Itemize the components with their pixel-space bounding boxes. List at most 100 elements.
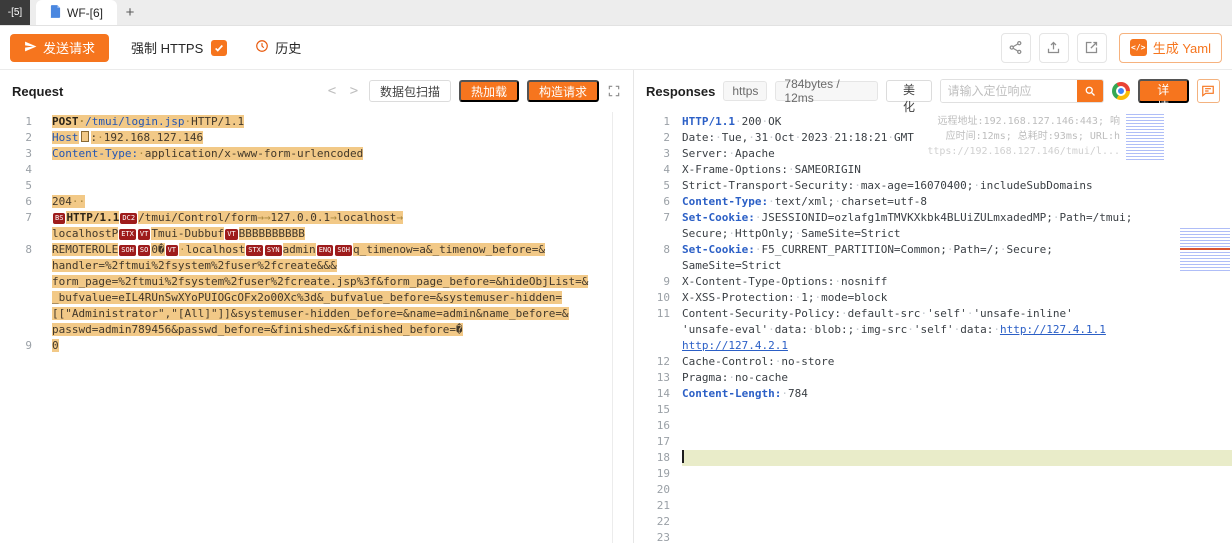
response-panel: Responses https 784bytes / 12ms 美化 详情 远程… (634, 70, 1232, 543)
editor-row: localhostPETXVTTmui-DubbufVTBBBBBBBBBB (52, 226, 633, 242)
edit-button[interactable] (1077, 33, 1107, 63)
editor-line[interactable]: 2Host:·192.168.127.146 (0, 130, 633, 146)
build-request-button[interactable]: 构造请求 (527, 80, 599, 102)
editor-line[interactable]: 9X-Content-Type-Options:·nosniff (634, 274, 1232, 290)
editor-line[interactable]: 14Content-Length:·784 (634, 386, 1232, 402)
editor-line[interactable]: 8REMOTEROLESOHSO0�VT·localhostSTXSYNadmi… (0, 242, 633, 338)
editor-row: _bufvalue=eIL4RUnSwXYoPUIOGcOFx2o00Xc%3d… (52, 290, 633, 306)
packet-scan-button[interactable]: 数据包扫描 (369, 80, 451, 102)
editor-line[interactable]: 19 (634, 466, 1232, 482)
tab-bar: -[5] WF-[6] + (0, 0, 1232, 26)
editor-line[interactable]: 10X-XSS-Protection:·1;·mode=block (634, 290, 1232, 306)
history-button[interactable]: 历史 (255, 38, 301, 57)
editor-line[interactable]: 18 (634, 450, 1232, 466)
response-editor[interactable]: 远程地址:192.168.127.146:443; 响 应时间:12ms; 总耗… (634, 112, 1232, 543)
editor-line[interactable]: 15 (634, 402, 1232, 418)
editor-line[interactable]: 1POST·/tmui/login.jsp·HTTP/1.1 (0, 114, 633, 130)
tab-webfuzzer[interactable]: WF-[6] (36, 0, 117, 25)
previous-tab-fragment[interactable]: -[5] (0, 0, 30, 25)
editor-row (682, 402, 1232, 418)
line-number: 12 (634, 354, 682, 370)
code-segment: ·application/x-www-form-urlencoded (138, 147, 363, 160)
editor-row: Pragma:·no-cache (682, 370, 1232, 386)
editor-line[interactable]: 4X-Frame-Options:·SAMEORIGIN (634, 162, 1232, 178)
expand-icon[interactable] (607, 84, 621, 98)
line-number: 3 (0, 146, 52, 162)
editor-line[interactable]: 13Pragma:·no-cache (634, 370, 1232, 386)
share-button[interactable] (1001, 33, 1031, 63)
code-segment: admin (283, 243, 316, 256)
line-number: 21 (634, 498, 682, 514)
editor-line[interactable]: 6Content-Type:·text/xml;·charset=utf-8 (634, 194, 1232, 210)
prev-request-button[interactable]: < (325, 83, 339, 99)
editor-row: Content-Length:·784 (682, 386, 1232, 402)
search-icon-button[interactable] (1077, 80, 1103, 102)
editor-line[interactable]: 23 (634, 530, 1232, 543)
editor-line[interactable]: 7BSHTTP/1.1DC2/tmui/Control/form→→127.0.… (0, 210, 633, 242)
line-number: 20 (634, 482, 682, 498)
editor-line[interactable]: 7Set-Cookie:·JSESSIONID=ozlafg1mTMVKXkbk… (634, 210, 1232, 242)
code-segment: /tmui/Control/form→→127.0.0.1→localhost→ (138, 211, 403, 224)
line-number: 9 (0, 338, 52, 354)
request-panel-header: Request < > 数据包扫描 热加载 构造请求 (0, 70, 633, 112)
editor-row: X-Frame-Options:·SAMEORIGIN (682, 162, 1232, 178)
editor-line[interactable]: 12Cache-Control:·no-store (634, 354, 1232, 370)
open-in-chrome-button[interactable] (1112, 82, 1130, 100)
line-number: 22 (634, 514, 682, 530)
editor-row: Set-Cookie:·F5_CURRENT_PARTITION=Common;… (682, 242, 1232, 258)
request-panel: Request < > 数据包扫描 热加载 构造请求 1POST·/tmui/l… (0, 70, 634, 543)
code-segment: form_page=%2ftmui%2fsystem%2fuser%2fcrea… (52, 275, 588, 288)
request-editor-scroll-track[interactable] (612, 112, 613, 543)
force-https-checkbox[interactable] (211, 40, 227, 56)
new-tab-button[interactable]: + (117, 0, 143, 25)
code-segment: Server:·Apache (682, 147, 775, 160)
editor-line[interactable]: 3Content-Type:·application/x-www-form-ur… (0, 146, 633, 162)
line-number: 2 (0, 130, 52, 146)
line-number: 5 (0, 178, 52, 194)
boxed-char (81, 131, 89, 142)
export-button[interactable] (1039, 33, 1069, 63)
line-number: 15 (634, 402, 682, 418)
history-label: 历史 (275, 38, 301, 57)
editor-line[interactable]: 90 (0, 338, 633, 354)
response-search-input[interactable] (941, 80, 1077, 102)
line-number: 8 (0, 242, 52, 338)
control-char-token: ETX (119, 229, 136, 240)
force-https-control: 强制 HTTPS (131, 38, 227, 57)
next-request-button[interactable]: > (347, 83, 361, 99)
request-editor[interactable]: 1POST·/tmui/login.jsp·HTTP/1.12Host:·192… (0, 112, 633, 543)
details-button[interactable]: 详情 (1138, 79, 1189, 103)
editor-line[interactable]: 22 (634, 514, 1232, 530)
editor-line[interactable]: 17 (634, 434, 1232, 450)
editor-line[interactable]: 8Set-Cookie:·F5_CURRENT_PARTITION=Common… (634, 242, 1232, 274)
editor-row: form_page=%2ftmui%2fsystem%2fuser%2fcrea… (52, 274, 633, 290)
beautify-button[interactable]: 美化 (886, 80, 931, 102)
minimap[interactable] (1180, 228, 1230, 272)
response-report-button[interactable] (1197, 79, 1220, 103)
code-segment: 0 (52, 339, 59, 352)
editor-line[interactable]: 5Strict-Transport-Security:·max-age=1607… (634, 178, 1232, 194)
protocol-badge: https (723, 81, 767, 101)
generate-yaml-button[interactable]: </> 生成 Yaml (1119, 33, 1222, 63)
send-request-button[interactable]: 发送请求 (10, 34, 109, 62)
editor-line[interactable]: 5 (0, 178, 633, 194)
line-number: 4 (0, 162, 52, 178)
editor-row: [["Administrator","[All]"]]&systemuser-h… (52, 306, 633, 322)
response-meta-info: 远程地址:192.168.127.146:443; 响 应时间:12ms; 总耗… (927, 114, 1120, 159)
editor-row (682, 466, 1232, 482)
editor-line[interactable]: 4 (0, 162, 633, 178)
code-segment: localhostP (52, 227, 118, 240)
line-number: 17 (634, 434, 682, 450)
code-segment: Content-Length: (682, 387, 781, 400)
editor-line[interactable]: 11Content-Security-Policy:·default-src·'… (634, 306, 1232, 354)
editor-line[interactable]: 6204·· (0, 194, 633, 210)
editor-line[interactable]: 20 (634, 482, 1232, 498)
editor-line[interactable]: 21 (634, 498, 1232, 514)
hot-reload-button[interactable]: 热加载 (459, 80, 519, 102)
code-segment: Host (52, 131, 79, 144)
line-number: 2 (634, 130, 682, 146)
editor-row: Strict-Transport-Security:·max-age=16070… (682, 178, 1232, 194)
code-segment: ·784 (781, 387, 808, 400)
minimap-marker (1180, 248, 1230, 250)
editor-line[interactable]: 16 (634, 418, 1232, 434)
